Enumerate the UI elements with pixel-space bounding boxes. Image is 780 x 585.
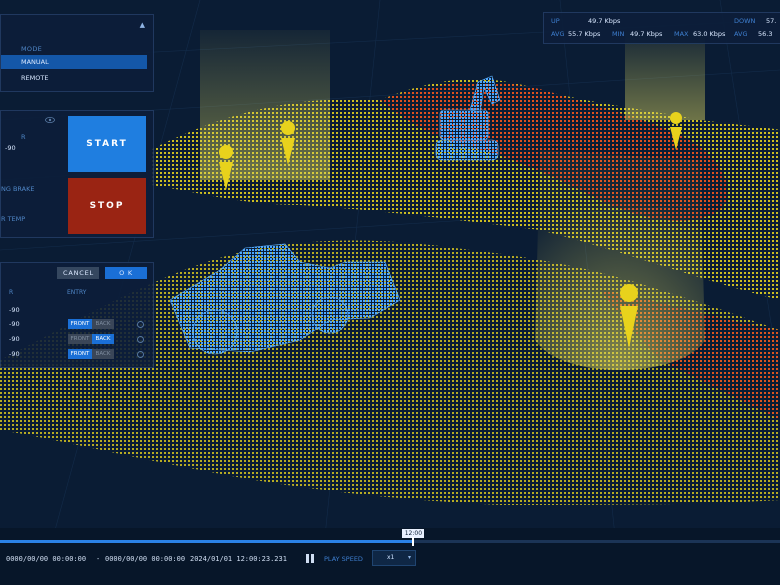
min-label: MIN: [612, 30, 625, 38]
mode-option-remote[interactable]: REMOTE: [1, 71, 147, 85]
back-toggle[interactable]: BACK: [92, 334, 114, 344]
table-row: -90 FRONT BACK: [1, 317, 153, 331]
mode-panel: ▲ MODE MANUAL REMOTE: [0, 14, 154, 92]
stop-button[interactable]: STOP: [68, 178, 146, 234]
max-value: 63.0 Kbps: [693, 30, 726, 38]
front-toggle[interactable]: FRONT: [68, 334, 92, 344]
start-time: 0000/00/00 00:00:00: [6, 555, 87, 563]
speed-select[interactable]: x1 ▾: [372, 550, 416, 566]
time-separator: -: [96, 555, 101, 563]
playback-timeline: 12:00 0000/00/00 00:00:00 - 0000/00/00 0…: [0, 528, 780, 585]
network-stats-panel: UP 49.7 Kbps DOWN 57. AVG 55.7 Kbps MIN …: [543, 12, 780, 44]
table-header-entry: ENTRY: [67, 289, 87, 296]
down-value: 57.: [766, 17, 777, 25]
brake-label: NG BRAKE: [1, 185, 35, 193]
row-value: -90: [9, 335, 20, 343]
control-label-r: R: [21, 133, 26, 141]
up-value: 49.7 Kbps: [588, 17, 621, 25]
avg2-label: AVG: [734, 30, 748, 38]
avg-label: AVG: [551, 30, 565, 38]
row-radio[interactable]: [137, 336, 144, 343]
speed-value: x1: [387, 554, 395, 561]
table-row: -90 FRONT BACK: [1, 332, 153, 346]
current-time: 2024/01/01 12:00:23.231: [190, 555, 287, 563]
table-row: -90: [1, 303, 153, 317]
play-speed-label: PLAY SPEED: [324, 555, 363, 563]
light-beam: [200, 30, 330, 180]
table-row: -90 FRONT BACK: [1, 347, 153, 361]
end-time: 0000/00/00 00:00:00: [105, 555, 186, 563]
front-toggle[interactable]: FRONT: [68, 349, 92, 359]
temp-label: R TEMP: [1, 215, 26, 223]
playhead-handle[interactable]: [412, 537, 415, 546]
up-label: UP: [551, 17, 560, 25]
light-beam: [535, 150, 705, 370]
mode-option-manual[interactable]: MANUAL: [1, 55, 147, 69]
avg-value: 55.7 Kbps: [568, 30, 601, 38]
back-toggle[interactable]: BACK: [92, 349, 114, 359]
start-button[interactable]: START: [68, 116, 146, 172]
cancel-button[interactable]: CANCEL: [57, 267, 99, 279]
table-header-r: R: [9, 289, 14, 296]
row-radio[interactable]: [137, 351, 144, 358]
ok-button[interactable]: O K: [105, 267, 147, 279]
front-toggle[interactable]: FRONT: [68, 319, 92, 329]
eye-icon[interactable]: [45, 117, 55, 123]
entry-table-panel: CANCEL O K R ENTRY -90 -90 FRONT BACK -9…: [0, 262, 154, 368]
collapse-arrow-icon[interactable]: ▲: [140, 21, 145, 29]
control-value: -90: [5, 144, 16, 152]
row-value: -90: [9, 350, 20, 358]
row-radio[interactable]: [137, 321, 144, 328]
max-label: MAX: [674, 30, 689, 38]
chevron-down-icon: ▾: [407, 554, 411, 561]
row-value: -90: [9, 306, 20, 314]
avg2-value: 56.3: [758, 30, 773, 38]
timeline-progress: [0, 540, 414, 543]
min-value: 49.7 Kbps: [630, 30, 663, 38]
pause-icon[interactable]: [306, 554, 315, 563]
row-value: -90: [9, 320, 20, 328]
down-label: DOWN: [734, 17, 756, 25]
mode-title: MODE: [21, 45, 43, 53]
back-toggle[interactable]: BACK: [92, 319, 114, 329]
